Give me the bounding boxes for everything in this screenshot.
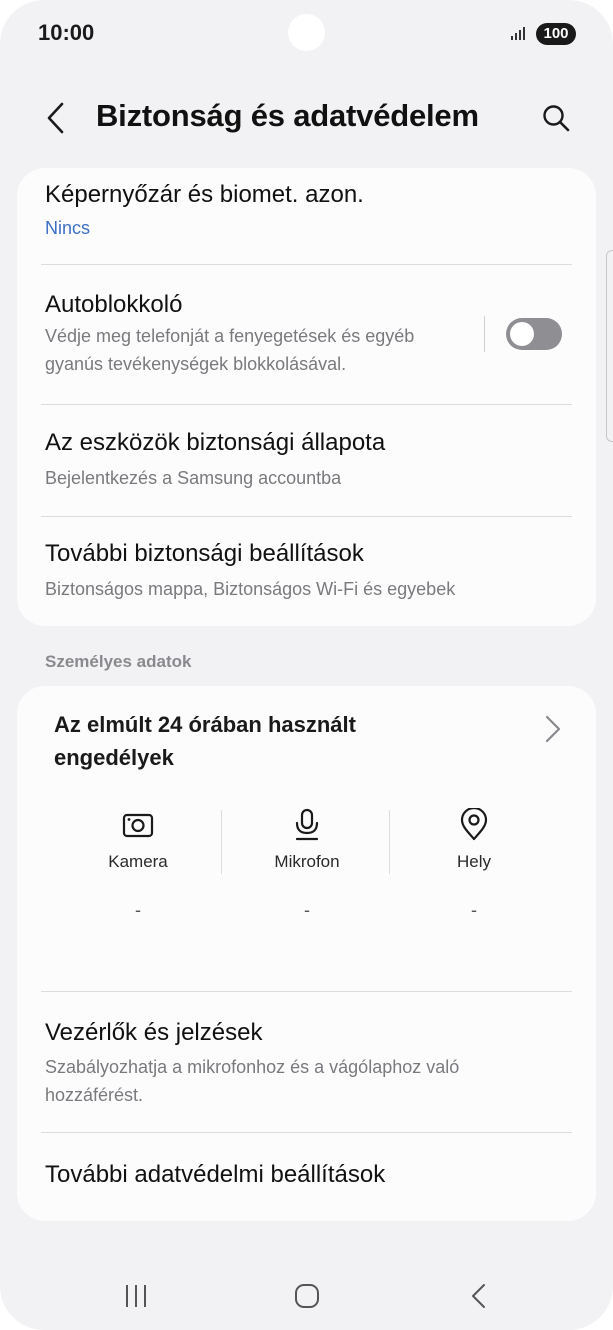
item-title: Vezérlők és jelzések <box>45 1019 263 1046</box>
battery-indicator: 100 <box>536 23 576 45</box>
item-title: További adatvédelmi beállítások <box>45 1161 386 1188</box>
location-usage-value: - <box>471 900 477 920</box>
search-icon <box>543 105 570 132</box>
item-status: Nincs <box>45 218 91 238</box>
permission-microphone[interactable]: Mikrofon <box>247 808 367 872</box>
camera-usage-value: - <box>135 900 141 920</box>
item-description: Védje meg telefonját a fenyegetések és e… <box>45 326 415 374</box>
column-separator <box>221 810 222 874</box>
chevron-right-icon <box>545 715 561 743</box>
signal-icon <box>511 27 525 40</box>
more-security-settings-item[interactable]: További biztonsági beállítások Biztonság… <box>17 517 596 626</box>
item-title: Az eszközök biztonsági állapota <box>45 429 386 456</box>
section-header-personal-data: Személyes adatok <box>45 652 192 671</box>
back-arrow-icon <box>47 102 64 134</box>
recent-apps-button[interactable] <box>106 1276 166 1316</box>
permission-label: Kamera <box>108 852 168 871</box>
microphone-usage-value: - <box>304 900 310 920</box>
screen-lock-biometrics-item[interactable]: Képernyőzár és biomet. azon. Nincs <box>17 168 596 264</box>
home-button[interactable] <box>277 1276 337 1316</box>
recent-apps-icon <box>126 1285 146 1307</box>
phone-screen: 10:00 100 Biztonság és adatvédelem Képer… <box>0 0 613 1330</box>
system-navigation-bar <box>0 1270 613 1320</box>
permission-label: Hely <box>456 852 491 871</box>
item-description: Bejelentkezés a Samsung accountba <box>45 468 342 488</box>
security-settings-card: Képernyőzár és biomet. azon. Nincs Autob… <box>17 168 596 626</box>
status-bar: 10:00 100 <box>0 0 613 70</box>
column-separator <box>389 810 390 874</box>
auto-blocker-toggle[interactable] <box>506 318 562 350</box>
device-security-status-item[interactable]: Az eszközök biztonsági állapota Bejelent… <box>17 405 596 515</box>
permission-label: Mikrofon <box>274 852 340 871</box>
privacy-card: Az elmúlt 24 órában használt engedélyek … <box>17 686 596 1221</box>
toggle-separator <box>484 316 485 352</box>
item-title: Autoblokkoló <box>45 291 183 318</box>
status-time: 10:00 <box>38 20 95 45</box>
home-icon <box>295 1284 319 1308</box>
item-description: Biztonságos mappa, Biztonságos Wi-Fi és … <box>45 579 456 599</box>
permission-location[interactable]: Hely <box>414 808 534 872</box>
back-button[interactable] <box>36 98 76 138</box>
permissions-used-title[interactable]: Az elmúlt 24 órában használt engedélyek <box>54 708 434 774</box>
back-chevron-icon <box>472 1284 485 1308</box>
nav-back-button[interactable] <box>449 1276 509 1316</box>
permission-camera[interactable]: Kamera <box>78 808 198 872</box>
location-pin-icon <box>460 808 488 841</box>
toggle-knob <box>510 322 534 346</box>
front-camera-cutout <box>288 14 325 51</box>
page-title: Biztonság és adatvédelem <box>96 98 479 133</box>
camera-icon <box>122 813 154 838</box>
permissions-chevron-button[interactable] <box>537 714 567 744</box>
more-privacy-settings-item[interactable]: További adatvédelmi beállítások <box>17 1133 596 1221</box>
controls-and-alerts-item[interactable]: Vezérlők és jelzések Szabályozhatja a mi… <box>17 992 596 1132</box>
search-button[interactable] <box>534 96 578 140</box>
item-title: További biztonsági beállítások <box>45 540 364 567</box>
item-title: Képernyőzár és biomet. azon. <box>45 181 364 208</box>
scrollbar-handle[interactable] <box>606 250 613 442</box>
item-description: Szabályozhatja a mikrofonhoz és a vágóla… <box>45 1057 460 1105</box>
microphone-icon <box>295 808 319 841</box>
app-header: Biztonság és adatvédelem <box>0 90 613 150</box>
